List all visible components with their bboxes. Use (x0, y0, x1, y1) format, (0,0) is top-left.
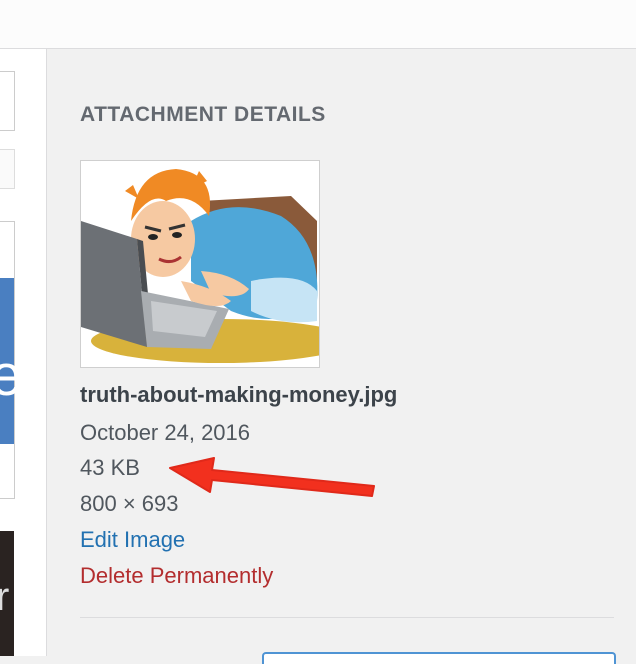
upload-date: October 24, 2016 (80, 420, 251, 445)
grid-thumbnail[interactable] (0, 71, 15, 131)
thumbnail-glyph: r (0, 575, 10, 619)
grid-thumbnail[interactable] (0, 149, 15, 189)
edit-image-link[interactable]: Edit Image (80, 527, 185, 553)
media-grid-strip: e r (0, 49, 47, 656)
grid-thumbnail[interactable]: r (0, 531, 14, 656)
alt-text-field[interactable] (262, 652, 616, 664)
file-size: 43 KB (80, 455, 140, 480)
top-bar (0, 0, 636, 49)
attachment-filename: truth-about-making-money.jpg (80, 382, 398, 407)
attachment-thumbnail (80, 160, 320, 368)
thumbnail-image: e (0, 278, 22, 444)
thumbnail-glyph: e (0, 343, 23, 408)
section-divider (80, 617, 614, 618)
grid-thumbnail[interactable]: e (0, 221, 22, 499)
man-at-laptop-illustration (81, 169, 319, 363)
delete-permanently-link[interactable]: Delete Permanently (80, 563, 273, 589)
attachment-details-heading: ATTACHMENT DETAILS (80, 103, 326, 126)
red-arrow-annotation (169, 457, 375, 497)
